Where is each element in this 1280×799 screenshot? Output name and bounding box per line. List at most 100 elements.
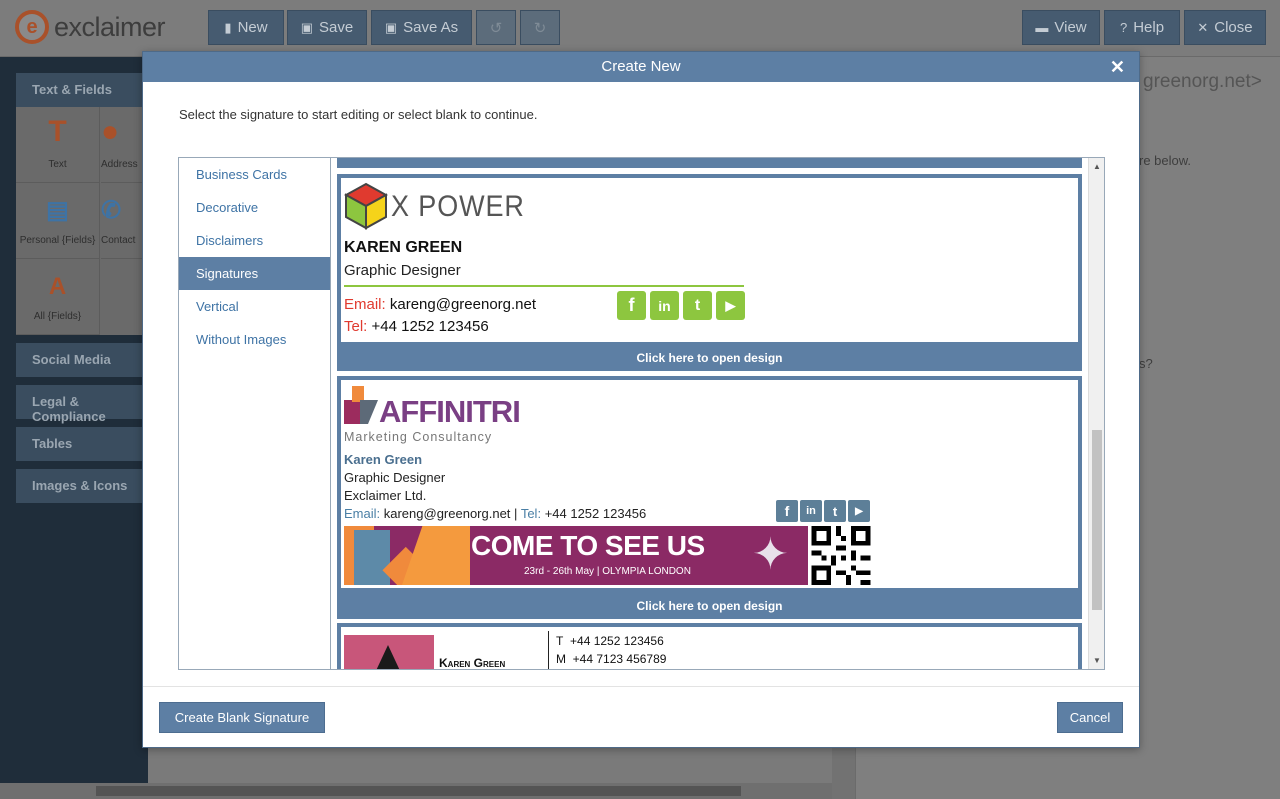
personal-card-icon: ▤ — [46, 197, 69, 224]
question-fragment: s? — [1139, 356, 1153, 371]
banner-subline: 23rd - 26th May | OLYMPIA LONDON — [524, 566, 691, 577]
floppy-icon: ▣ — [384, 19, 398, 35]
category-decorative[interactable]: Decorative — [179, 191, 330, 224]
tile-contact[interactable]: ✆ Contact — [101, 183, 148, 259]
section-tables[interactable]: Tables — [16, 427, 148, 461]
contact-line: Email: kareng@greenorg.net | Tel: +44 12… — [344, 506, 646, 521]
category-disclaimers[interactable]: Disclaimers — [179, 224, 330, 257]
design-card-partial[interactable] — [337, 158, 1082, 168]
signature-title: Graphic Designer — [344, 470, 446, 485]
dialog-title: Create New — [601, 58, 681, 75]
banner-headline: COME TO SEE US — [471, 530, 705, 561]
design-card-xpower[interactable]: X POWER KAREN GREEN Graphic Designer Ema… — [337, 174, 1082, 371]
youtube-icon[interactable]: ▶ — [848, 500, 870, 522]
email-label: Email: — [344, 296, 386, 313]
category-without-images[interactable]: Without Images — [179, 323, 330, 356]
save-as-button[interactable]: ▣ Save As — [371, 10, 472, 45]
close-icon[interactable]: ✕ — [1110, 52, 1125, 82]
preview-scrollbar[interactable]: ▲ ▼ — [1088, 158, 1104, 669]
scroll-thumb[interactable] — [96, 786, 741, 796]
signature-company: Exclaimer Ltd. — [344, 488, 427, 503]
tile-address[interactable]: ● Address — [101, 107, 148, 183]
design-preview-list: X POWER KAREN GREEN Graphic Designer Ema… — [330, 157, 1105, 670]
design-card-third[interactable]: Karen Green T +44 1252 123456 M +44 7123… — [337, 623, 1082, 670]
category-business-cards[interactable]: Business Cards — [179, 158, 330, 191]
twitter-icon[interactable]: t — [824, 500, 846, 522]
separator: | — [514, 506, 518, 521]
section-legal-compliance[interactable]: Legal & Compliance — [16, 385, 148, 424]
view-button[interactable]: ▬ View — [1022, 10, 1100, 45]
signature-name: Karen Green — [439, 656, 506, 670]
signature-preview: AFFINITRI Marketing Consultancy Karen Gr… — [341, 380, 1078, 588]
help-button[interactable]: ? Help — [1104, 10, 1180, 45]
xpower-cube-icon — [344, 182, 388, 230]
cancel-button[interactable]: Cancel — [1057, 702, 1123, 733]
tile-text[interactable]: T Text — [16, 107, 100, 183]
divider — [548, 631, 549, 669]
scroll-down-icon[interactable]: ▼ — [1089, 656, 1104, 665]
question-icon: ? — [1119, 20, 1128, 35]
exclaimer-logo-icon: e — [15, 10, 49, 44]
new-button[interactable]: ▮ New — [208, 10, 284, 45]
facebook-icon[interactable]: f — [776, 500, 798, 522]
redo-button[interactable]: ↻ — [520, 10, 560, 45]
open-design-link[interactable]: Click here to open design — [337, 594, 1082, 619]
category-vertical[interactable]: Vertical — [179, 290, 330, 323]
twitter-icon[interactable]: t — [683, 291, 712, 320]
open-design-link[interactable]: Click here to open design — [337, 346, 1082, 371]
social-icons: f in t ▶ — [617, 291, 745, 320]
mobile-line: M +44 7123 456789 — [556, 652, 666, 666]
linkedin-icon[interactable]: in — [800, 500, 822, 522]
social-icons: f in t ▶ — [776, 500, 870, 522]
email-line: Email: kareng@greenorg.net — [344, 296, 536, 313]
dialog-footer: Create Blank Signature Cancel — [143, 686, 1139, 748]
canvas-horizontal-scrollbar[interactable] — [0, 783, 832, 799]
section-images-icons[interactable]: Images & Icons — [16, 469, 148, 503]
signature-name: KAREN GREEN — [344, 239, 463, 256]
create-blank-signature-button[interactable]: Create Blank Signature — [159, 702, 325, 733]
category-list: Business Cards Decorative Disclaimers Si… — [178, 157, 330, 670]
signature-preview: X POWER KAREN GREEN Graphic Designer Ema… — [341, 178, 1078, 342]
photo-shape — [374, 645, 402, 669]
undo-button[interactable]: ↺ — [476, 10, 516, 45]
email-label: Email: — [344, 506, 381, 521]
phone-line: T +44 1252 123456 — [556, 634, 664, 648]
preview-scroll-thumb[interactable] — [1092, 430, 1102, 610]
floppy-icon: ▣ — [300, 19, 314, 35]
view-icon: ▬ — [1035, 20, 1049, 35]
youtube-icon[interactable]: ▶ — [716, 291, 745, 320]
address-icon: ● — [101, 115, 120, 148]
banner-shape — [402, 526, 470, 585]
affinitri-brand: AFFINITRI — [379, 394, 521, 429]
phone-icon: ✆ — [101, 197, 122, 224]
top-toolbar: e exclaimer ▮ New ▣ Save ▣ Save As ↺ ↻ ▬ Vie… — [0, 0, 1280, 57]
close-icon: ✕ — [1197, 19, 1209, 35]
hint-fragment: re below. — [1139, 153, 1192, 168]
event-banner[interactable]: COME TO SEE US 23rd - 26th May | OLYMPIA… — [344, 526, 808, 585]
section-social-media[interactable]: Social Media — [16, 343, 148, 377]
elements-panel: Text & Fields T Text ● Address ▤ Personal {… — [0, 57, 148, 783]
signature-photo — [344, 635, 434, 669]
tile-personal-fields[interactable]: ▤ Personal {Fields} — [16, 183, 100, 259]
linkedin-icon[interactable]: in — [650, 291, 679, 320]
save-button[interactable]: ▣ Save — [287, 10, 367, 45]
section-text-fields[interactable]: Text & Fields — [16, 73, 148, 107]
signature-name: Karen Green — [344, 452, 423, 467]
qr-code-icon — [811, 526, 871, 585]
close-app-button[interactable]: ✕ Close — [1184, 10, 1266, 45]
category-signatures[interactable]: Signatures — [179, 257, 330, 290]
tel-label: Tel: — [520, 506, 542, 521]
facebook-icon[interactable]: f — [617, 291, 646, 320]
email-preview-fragment: greenorg.net> — [1143, 71, 1262, 92]
tel-line: Tel: +44 1252 123456 — [344, 318, 489, 335]
divider — [344, 285, 744, 287]
design-card-affinitri[interactable]: AFFINITRI Marketing Consultancy Karen Gr… — [337, 376, 1082, 619]
text-t-icon: T — [48, 115, 67, 148]
scroll-up-icon[interactable]: ▲ — [1089, 162, 1104, 171]
compass-icon: ✦ — [752, 530, 789, 579]
email-value: kareng@greenorg.net — [383, 506, 511, 521]
signature-preview: Karen Green T +44 1252 123456 M +44 7123… — [341, 627, 1078, 670]
tile-all-fields[interactable]: A All {Fields} — [16, 259, 100, 335]
create-new-dialog: Create New ✕ Select the signature to sta… — [142, 51, 1140, 748]
tile-grid: T Text ● Address ▤ Personal {Fields} ✆ Conta… — [16, 107, 148, 335]
